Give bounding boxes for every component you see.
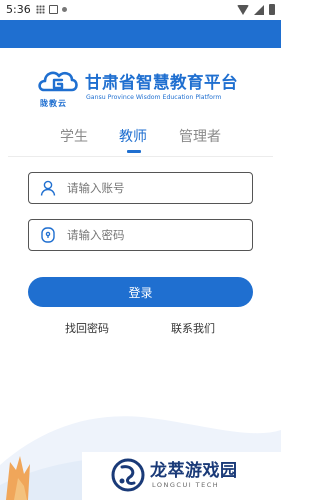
contact-us-link[interactable]: 联系我们 <box>171 320 215 336</box>
app-title: 甘肃省智慧教育平台 <box>85 73 238 92</box>
watermark-logo-icon <box>111 458 145 492</box>
tabs-divider <box>8 156 273 157</box>
wifi-icon <box>237 4 249 15</box>
user-icon <box>40 180 56 196</box>
watermark-subtitle: LONGCUI TECH <box>152 481 220 489</box>
tab-teacher[interactable]: 教师 <box>119 126 147 146</box>
forgot-password-link[interactable]: 找回密码 <box>65 320 109 336</box>
status-time: 5:36 <box>6 3 31 16</box>
password-input[interactable] <box>67 224 247 246</box>
battery-icon <box>269 4 275 15</box>
logo-area: 陇教云 甘肃省智慧教育平台 Gansu Province Wisdom Educ… <box>36 64 256 110</box>
tab-admin[interactable]: 管理者 <box>179 126 221 146</box>
login-button[interactable]: 登录 <box>28 277 253 307</box>
status-icons-left <box>36 5 67 14</box>
header-band <box>0 20 281 48</box>
active-tab-indicator <box>127 150 141 153</box>
app-subtitle: Gansu Province Wisdom Education Platform <box>86 94 222 101</box>
watermark-title: 龙萃游戏园 <box>150 461 238 481</box>
dot-icon <box>62 7 67 12</box>
password-field[interactable] <box>28 219 253 251</box>
watermark: 龙萃游戏园 LONGCUI TECH <box>82 452 281 500</box>
lock-icon <box>41 227 55 243</box>
status-icons-right <box>237 4 275 15</box>
tab-student[interactable]: 学生 <box>60 126 88 146</box>
status-bar: 5:36 <box>0 0 281 20</box>
account-input[interactable] <box>67 177 247 199</box>
grid-icon <box>36 5 45 14</box>
a-icon <box>49 5 58 14</box>
role-tabs: 学生 教师 管理者 <box>0 126 281 156</box>
logo-badge-text: 陇教云 <box>40 99 67 108</box>
account-field[interactable] <box>28 172 253 204</box>
signal-icon <box>254 4 264 15</box>
